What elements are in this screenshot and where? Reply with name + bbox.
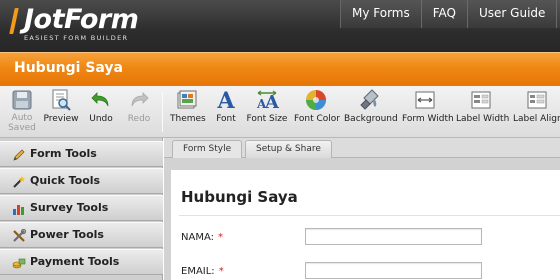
- sidebar-item-label: Quick Tools: [30, 174, 101, 187]
- nav-my-forms[interactable]: My Forms: [340, 0, 421, 28]
- tab-form-style[interactable]: Form Style: [172, 140, 243, 158]
- label-width-button[interactable]: Label Width: [456, 88, 510, 136]
- sidebar-item-payment-tools[interactable]: Payment Tools: [0, 249, 163, 275]
- preview-button[interactable]: Preview: [42, 88, 80, 136]
- nama-field-label[interactable]: NAMA: *: [181, 232, 223, 243]
- top-header: JotForm EASIEST FORM BUILDER My Forms FA…: [0, 0, 560, 52]
- label-align-icon: [527, 91, 546, 109]
- email-label-text: EMAIL:: [181, 266, 215, 277]
- toolbar: Auto Saved Preview Undo Redo Themes A Fo…: [0, 86, 560, 138]
- pencil-icon: [13, 149, 25, 161]
- required-marker: *: [217, 232, 223, 243]
- required-marker: *: [218, 266, 224, 277]
- form-width-button[interactable]: Form Width: [402, 88, 454, 136]
- auto-saved-button: Auto Saved: [6, 88, 38, 136]
- sidebar-item-quick-tools[interactable]: Quick Tools: [0, 168, 163, 194]
- nama-input[interactable]: [305, 228, 482, 245]
- themes-label: Themes: [170, 114, 206, 124]
- font-size-icon: A A: [256, 90, 279, 112]
- form-title-bar: Hubungi Saya: [0, 52, 560, 86]
- form-canvas: Hubungi Saya NAMA: * EMAIL: *: [164, 158, 560, 280]
- toolbar-separator: [162, 92, 163, 132]
- font-color-button[interactable]: Font Color: [294, 88, 340, 136]
- logo-mark: [9, 8, 19, 34]
- form-preview: Hubungi Saya NAMA: * EMAIL: *: [171, 170, 560, 280]
- save-icon: [12, 90, 32, 110]
- sidebar-item-label: Payment Tools: [30, 255, 120, 268]
- background-icon: [360, 89, 379, 110]
- redo-button[interactable]: Redo: [124, 88, 154, 136]
- tools-icon: [13, 229, 26, 242]
- label-align-label: Label Align: [513, 114, 560, 124]
- nav-user-guide[interactable]: User Guide: [467, 0, 556, 28]
- form-heading[interactable]: Hubungi Saya: [181, 188, 298, 206]
- svg-text:A: A: [216, 88, 235, 112]
- email-input[interactable]: [305, 262, 482, 279]
- form-width-label: Form Width: [402, 114, 454, 124]
- themes-button[interactable]: Themes: [170, 88, 206, 136]
- settings-tabs: Form Style Setup & Share: [164, 138, 560, 158]
- sidebar-item-power-tools[interactable]: Power Tools: [0, 222, 163, 248]
- form-title-bar-text[interactable]: Hubungi Saya: [14, 60, 123, 76]
- logo-text: JotForm: [24, 4, 139, 35]
- auto-saved-line2: Saved: [8, 123, 36, 133]
- undo-icon: [91, 92, 109, 107]
- redo-icon: [131, 92, 149, 107]
- font-size-label: Font Size: [246, 114, 288, 124]
- jotform-editor: JotForm EASIEST FORM BUILDER My Forms FA…: [0, 0, 560, 280]
- tab-setup-share[interactable]: Setup & Share: [245, 140, 332, 158]
- email-field-label[interactable]: EMAIL: *: [181, 266, 224, 277]
- logo-tagline: EASIEST FORM BUILDER: [24, 34, 129, 42]
- preview-label: Preview: [43, 114, 79, 124]
- background-button[interactable]: Background: [344, 88, 398, 136]
- nama-label-text: NAMA:: [181, 232, 214, 243]
- themes-icon: [177, 90, 197, 109]
- label-width-icon: [471, 91, 491, 109]
- sidebar-item-form-tools[interactable]: Form Tools: [0, 141, 163, 167]
- nav-faq[interactable]: FAQ: [420, 0, 467, 28]
- form-width-icon: [415, 91, 435, 109]
- bar-chart-icon: [13, 205, 24, 215]
- sidebar-item-label: Power Tools: [30, 228, 104, 241]
- font-color-label: Font Color: [294, 114, 340, 124]
- sidebar-item-label: Form Tools: [30, 147, 97, 160]
- sidebar-item-label: Survey Tools: [30, 201, 109, 214]
- money-icon: [12, 258, 26, 269]
- wand-icon: [13, 176, 25, 188]
- nav-item-cut-off[interactable]: F: [556, 0, 560, 28]
- font-color-icon: [306, 90, 326, 110]
- font-button[interactable]: A Font: [212, 88, 240, 136]
- redo-label: Redo: [127, 114, 151, 124]
- top-nav: My Forms FAQ User Guide F: [340, 0, 560, 28]
- form-divider: [179, 215, 560, 216]
- undo-label: Undo: [89, 114, 113, 124]
- undo-button[interactable]: Undo: [86, 88, 116, 136]
- svg-text:A: A: [264, 92, 279, 112]
- background-label: Background: [344, 114, 398, 124]
- font-icon: A: [216, 88, 235, 112]
- font-label: Font: [216, 114, 236, 124]
- sidebar-item-survey-tools[interactable]: Survey Tools: [0, 195, 163, 221]
- font-size-button[interactable]: A A Font Size: [246, 88, 288, 136]
- preview-icon: [52, 89, 71, 111]
- auto-saved-line1: Auto: [11, 113, 33, 123]
- label-align-button[interactable]: Label Align: [513, 88, 560, 136]
- tools-sidebar: Form Tools Quick Tools Survey Tools Powe…: [0, 138, 163, 280]
- label-width-label: Label Width: [456, 114, 510, 124]
